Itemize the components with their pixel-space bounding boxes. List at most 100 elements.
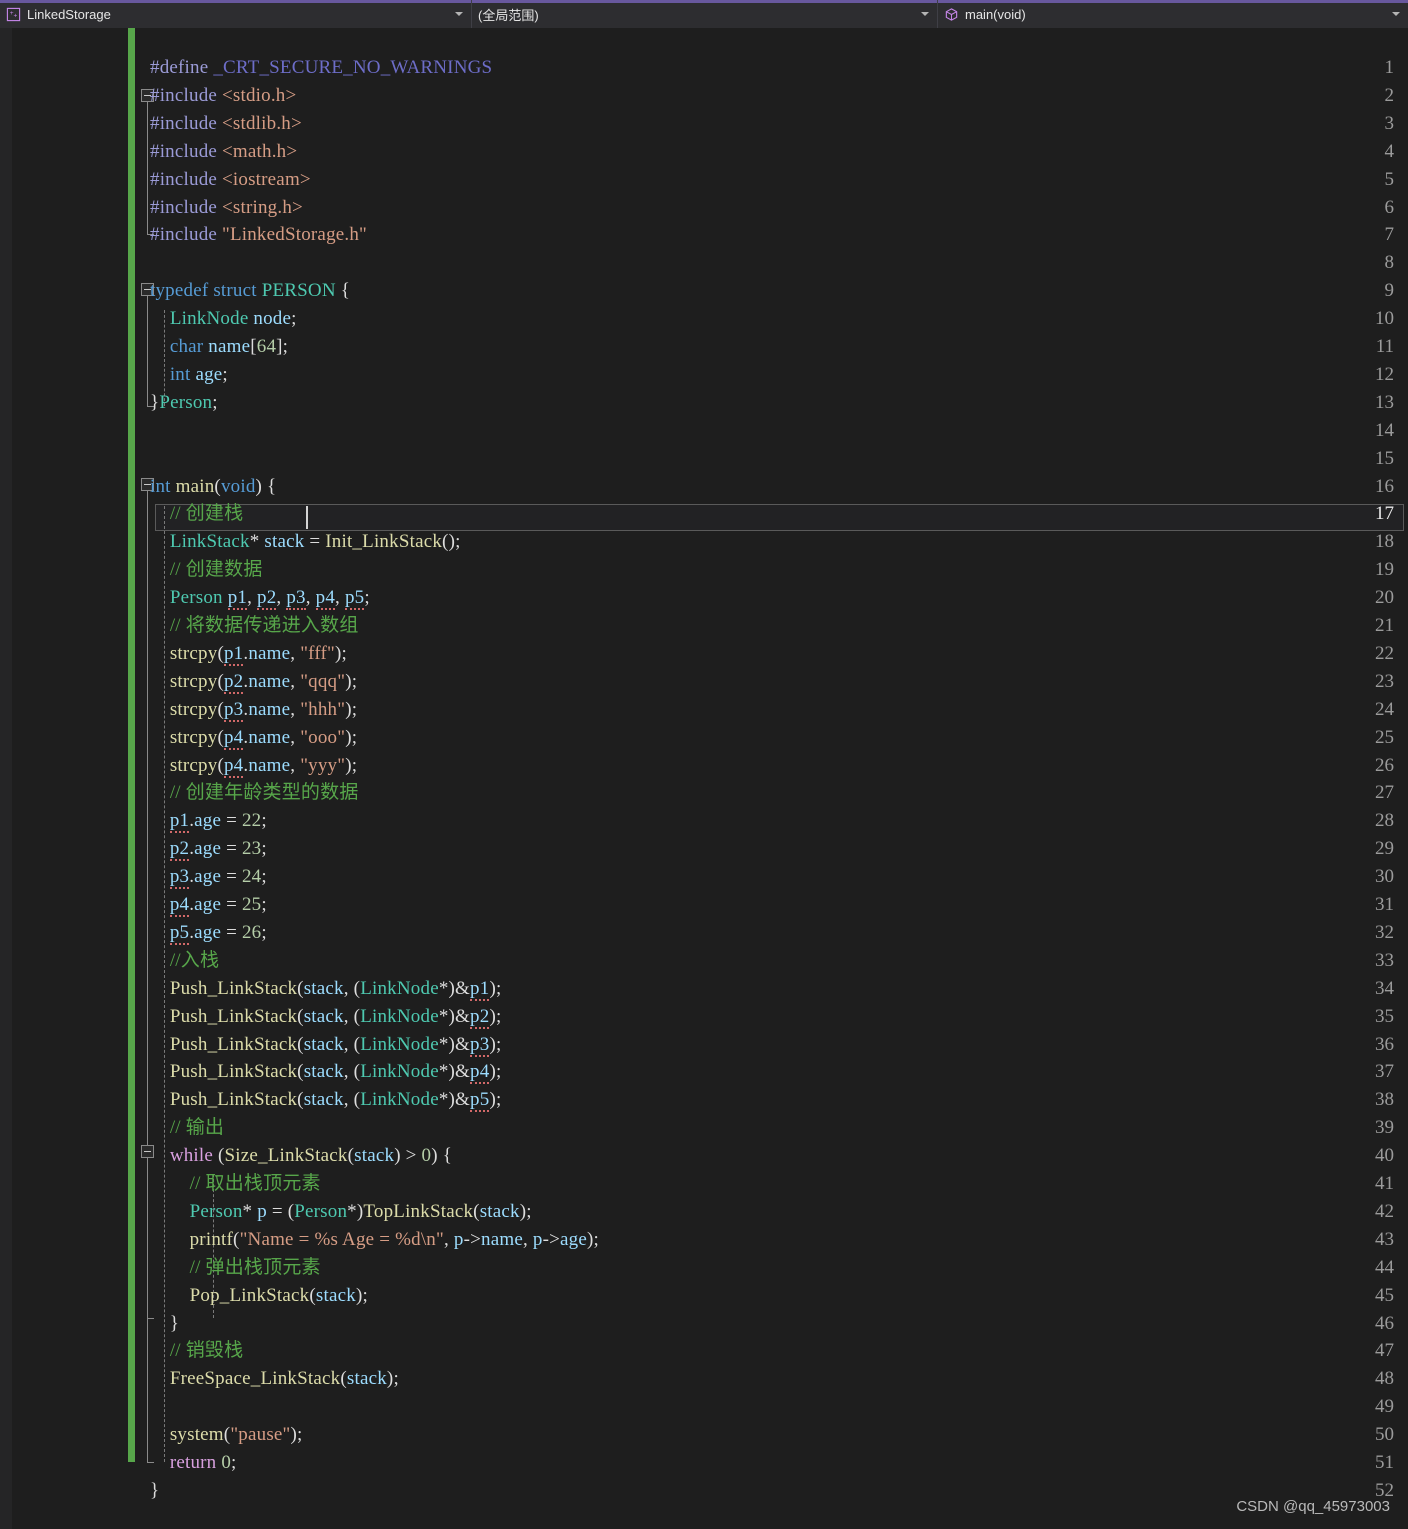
code-line[interactable]: // 创建数据 — [150, 556, 263, 584]
project-dropdown[interactable]: + + LinkedStorage — [0, 0, 472, 28]
code-line[interactable]: // 销毁栈 — [150, 1337, 243, 1365]
code-line[interactable]: #include <stdio.h> — [150, 82, 296, 110]
line-number: 11 — [1375, 336, 1394, 357]
line-number: 10 — [1375, 308, 1394, 330]
line-number: 48 — [1375, 1368, 1394, 1390]
line-number: 21 — [1375, 615, 1394, 636]
line-number: 1 — [1384, 57, 1395, 78]
line-number: 47 — [1375, 1340, 1394, 1362]
chevron-down-icon[interactable] — [455, 12, 463, 16]
line-number: 42 — [1375, 1200, 1394, 1222]
code-line[interactable]: #include <string.h> — [150, 194, 303, 222]
line-number: 23 — [1375, 670, 1394, 692]
code-line[interactable]: Push_LinkStack(stack, (LinkNode*)&p2); — [150, 1003, 501, 1031]
member-dropdown[interactable]: main(void) — [938, 0, 1408, 28]
line-number: 4 — [1384, 140, 1395, 162]
fold-bracket-line-2 — [147, 102, 148, 234]
code-editor[interactable]: 1 2 3 4 5 6 7 8 9 10 11 12 13 14 15 16 17 18 19 20 21 22 23 24 2… — [0, 28, 1408, 1529]
code-line[interactable]: #include <iostream> — [150, 166, 311, 194]
line-number: 44 — [1375, 1256, 1394, 1278]
code-line[interactable]: Person p1, p2, p3, p4, p5; — [150, 584, 370, 612]
scope-dropdown[interactable]: (全局范围) — [472, 0, 938, 28]
code-line[interactable]: strcpy(p1.name, "fff"); — [150, 640, 347, 668]
line-number: 24 — [1375, 698, 1394, 720]
code-line[interactable]: Push_LinkStack(stack, (LinkNode*)&p1); — [150, 975, 501, 1003]
code-line[interactable]: strcpy(p4.name, "ooo"); — [150, 724, 357, 752]
line-number: 35 — [1375, 1005, 1394, 1027]
code-line[interactable]: char name[64]; — [150, 333, 288, 361]
code-line[interactable] — [150, 417, 155, 445]
code-line[interactable]: strcpy(p2.name, "qqq"); — [150, 668, 357, 696]
code-line[interactable]: strcpy(p3.name, "hhh"); — [150, 696, 357, 724]
code-line[interactable]: #include "LinkedStorage.h" — [150, 221, 367, 249]
line-number: 8 — [1384, 252, 1395, 274]
code-line[interactable]: // 创建年龄类型的数据 — [150, 779, 359, 807]
line-number: 25 — [1375, 726, 1394, 748]
line-number: 2 — [1384, 84, 1395, 106]
code-line[interactable]: p3.age = 24; — [150, 863, 267, 891]
code-line[interactable] — [150, 1393, 155, 1421]
code-line[interactable]: } — [150, 1477, 159, 1505]
line-number: 36 — [1375, 1033, 1394, 1055]
line-number: 50 — [1375, 1424, 1394, 1446]
line-number-gutter — [12, 28, 122, 1529]
line-number: 20 — [1375, 587, 1394, 609]
line-number: 9 — [1384, 280, 1395, 302]
code-line[interactable]: Push_LinkStack(stack, (LinkNode*)&p3); — [150, 1031, 501, 1059]
line-number: 16 — [1375, 475, 1394, 497]
code-line[interactable]: #define _CRT_SECURE_NO_WARNINGS — [150, 54, 492, 82]
code-line[interactable]: // 取出栈顶元素 — [150, 1170, 321, 1198]
code-line[interactable]: #include <math.h> — [150, 138, 297, 166]
code-line[interactable]: // 将数据传递进入数组 — [150, 612, 359, 640]
code-line[interactable]: LinkNode node; — [150, 305, 297, 333]
chevron-down-icon[interactable] — [921, 12, 929, 16]
line-number: 28 — [1375, 810, 1394, 832]
line-number: 3 — [1384, 112, 1395, 134]
code-line[interactable]: typedef struct PERSON { — [150, 277, 350, 305]
code-line[interactable]: p1.age = 22; — [150, 807, 267, 835]
code-line[interactable]: // 创建栈 — [150, 500, 243, 528]
selection-margin[interactable] — [0, 28, 12, 1529]
svg-text:+: + — [14, 12, 18, 19]
code-line[interactable]: // 弹出栈顶元素 — [150, 1254, 321, 1282]
code-line[interactable]: Push_LinkStack(stack, (LinkNode*)&p4); — [150, 1058, 501, 1086]
line-number: 14 — [1375, 419, 1394, 441]
line-number: 40 — [1375, 1145, 1394, 1167]
code-line[interactable]: printf("Name = %s Age = %d\n", p->name, … — [150, 1226, 599, 1254]
line-number: 12 — [1375, 363, 1394, 385]
line-number: 46 — [1375, 1312, 1394, 1334]
line-number: 18 — [1375, 531, 1394, 553]
line-number: 51 — [1375, 1452, 1394, 1473]
line-number: 5 — [1384, 168, 1395, 190]
code-line[interactable] — [150, 445, 155, 473]
code-line[interactable]: //入栈 — [150, 947, 219, 975]
code-line[interactable]: // 输出 — [150, 1114, 224, 1142]
code-line[interactable]: LinkStack* stack = Init_LinkStack(); — [150, 528, 461, 556]
change-tracking-bar — [128, 28, 135, 1462]
chevron-down-icon[interactable] — [1392, 12, 1400, 16]
code-line[interactable]: int age; — [150, 361, 228, 389]
code-line[interactable] — [150, 249, 155, 277]
code-line[interactable]: FreeSpace_LinkStack(stack); — [150, 1365, 399, 1393]
code-line[interactable]: strcpy(p4.name, "yyy"); — [150, 752, 357, 780]
code-line[interactable]: while (Size_LinkStack(stack) > 0) { — [150, 1142, 452, 1170]
code-line[interactable]: p2.age = 23; — [150, 835, 267, 863]
code-line[interactable]: return 0; — [150, 1449, 237, 1477]
code-line[interactable]: Person* p = (Person*)TopLinkStack(stack)… — [150, 1198, 532, 1226]
code-line[interactable]: #include <stdlib.h> — [150, 110, 302, 138]
code-line[interactable]: p5.age = 26; — [150, 919, 267, 947]
current-line-highlight — [155, 504, 1404, 531]
code-line[interactable]: Pop_LinkStack(stack); — [150, 1282, 368, 1310]
line-number: 43 — [1375, 1228, 1394, 1250]
line-number: 38 — [1375, 1089, 1394, 1111]
code-line[interactable]: }Person; — [150, 389, 218, 417]
cpp-file-icon: + + — [6, 7, 21, 22]
text-caret — [306, 506, 308, 529]
code-line[interactable]: p4.age = 25; — [150, 891, 267, 919]
code-line[interactable]: Push_LinkStack(stack, (LinkNode*)&p5); — [150, 1086, 501, 1114]
code-line[interactable]: int main(void) { — [150, 473, 276, 501]
code-line[interactable]: system("pause"); — [150, 1421, 303, 1449]
code-line[interactable]: } — [150, 1310, 179, 1338]
member-dropdown-label: main(void) — [965, 6, 1026, 22]
line-number: 22 — [1375, 642, 1394, 664]
